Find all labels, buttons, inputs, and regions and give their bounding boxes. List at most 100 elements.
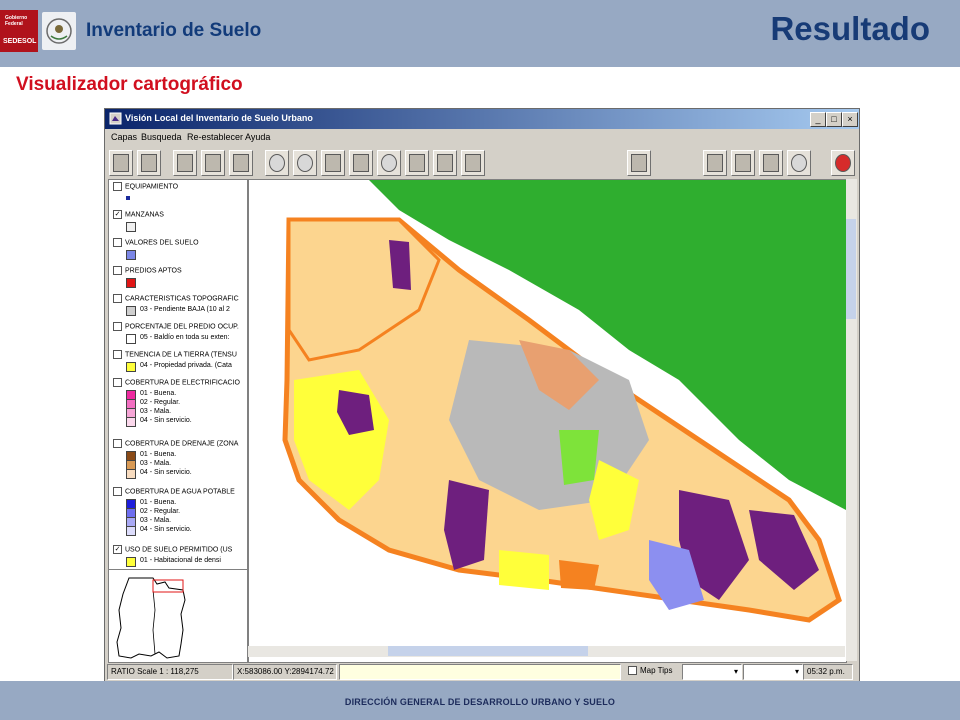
layer-checkbox[interactable]: ✓ bbox=[113, 210, 122, 219]
menu-reestablecer[interactable]: Re-establecer bbox=[187, 132, 243, 142]
map-tips-toggle[interactable]: Map Tips bbox=[625, 664, 681, 678]
layer-legend-panel: EQUIPAMIENTO ✓ MANZANAS VALORES DEL SUELO… bbox=[108, 179, 248, 571]
header-banner: Gobierno Federal SEDESOL Inventario de S… bbox=[0, 0, 960, 67]
layer-checkbox[interactable]: ✓ bbox=[113, 545, 122, 554]
legend-item-label: 05 - Baldío en toda su exten: bbox=[140, 334, 230, 341]
save-icon[interactable] bbox=[627, 150, 651, 176]
layer-checkbox[interactable] bbox=[113, 439, 122, 448]
menu-capas[interactable]: Capas bbox=[111, 132, 137, 142]
legend-item-label: 03 - Mala. bbox=[140, 460, 172, 467]
report-icon[interactable] bbox=[703, 150, 727, 176]
page-heading: Resultado bbox=[770, 10, 930, 47]
close-icon[interactable] bbox=[831, 150, 855, 176]
zoom-in-icon[interactable] bbox=[265, 150, 289, 176]
legend-item-label: 04 - Sin servicio. bbox=[140, 526, 192, 533]
legend-item-label: 03 - Mala. bbox=[140, 408, 172, 415]
layer-predios-aptos[interactable]: PREDIOS APTOS bbox=[113, 266, 182, 275]
menu-busqueda[interactable]: Busqueda bbox=[141, 132, 182, 142]
layer-checkbox[interactable] bbox=[113, 350, 122, 359]
footer-text: DIRECCIÓN GENERAL DE DESARROLLO URBANO Y… bbox=[344, 697, 616, 707]
maximize-button[interactable]: □ bbox=[826, 112, 842, 127]
lime-zone bbox=[559, 430, 599, 485]
status-message-field bbox=[339, 664, 621, 680]
legend-swatch bbox=[126, 469, 136, 479]
layer-manzanas[interactable]: ✓ MANZANAS bbox=[113, 210, 164, 219]
identify-icon[interactable] bbox=[377, 150, 401, 176]
legend-item-label: 04 - Sin servicio. bbox=[140, 417, 192, 424]
print-icon[interactable] bbox=[109, 150, 133, 176]
legend-swatch bbox=[126, 306, 136, 316]
layer-equipamiento[interactable]: EQUIPAMIENTO bbox=[113, 182, 178, 191]
legend-item-label: 01 - Buena. bbox=[140, 499, 177, 506]
select-icon[interactable] bbox=[433, 150, 457, 176]
tools-icon[interactable] bbox=[461, 150, 485, 176]
select-dropdown-1[interactable]: ▾ bbox=[682, 664, 742, 680]
legend-swatch bbox=[126, 417, 136, 427]
overview-map[interactable] bbox=[108, 569, 248, 663]
layer-down-icon[interactable] bbox=[201, 150, 225, 176]
layer-checkbox[interactable] bbox=[113, 238, 122, 247]
status-bar: RATIO Scale 1 : 118,275 X:583086.00 Y:28… bbox=[105, 662, 859, 681]
sedesol-logo: Gobierno Federal SEDESOL bbox=[0, 10, 78, 52]
layer-electrificacion[interactable]: COBERTURA DE ELECTRIFICACIO bbox=[113, 378, 240, 387]
window-titlebar[interactable]: Visión Local del Inventario de Suelo Urb… bbox=[105, 109, 859, 129]
layer-checkbox[interactable] bbox=[113, 487, 122, 496]
layer-valores-suelo[interactable]: VALORES DEL SUELO bbox=[113, 238, 199, 247]
layer-checkbox[interactable] bbox=[113, 322, 122, 331]
layer-caracteristicas-topograficas[interactable]: CARACTERISTICAS TOPOGRAFIC bbox=[113, 294, 239, 303]
gis-app-window: Visión Local del Inventario de Suelo Urb… bbox=[104, 108, 860, 683]
legend-item-label: 04 - Propiedad privada. (Cata bbox=[140, 362, 232, 369]
map-vertical-scrollbar[interactable] bbox=[846, 179, 857, 661]
layer-table-icon[interactable] bbox=[229, 150, 253, 176]
layer-uso-suelo[interactable]: ✓ USO DE SUELO PERMITIDO (US bbox=[113, 545, 232, 554]
pan-icon[interactable] bbox=[349, 150, 373, 176]
national-seal-icon bbox=[42, 12, 76, 50]
layer-checkbox[interactable] bbox=[113, 294, 122, 303]
legend-item-label: 01 - Buena. bbox=[140, 451, 177, 458]
map-horizontal-scrollbar[interactable] bbox=[248, 646, 845, 657]
measure-icon[interactable] bbox=[405, 150, 429, 176]
toolbar bbox=[105, 146, 859, 180]
zoom-out-icon[interactable] bbox=[293, 150, 317, 176]
legend-item-label: 01 - Habitacional de densi bbox=[140, 557, 221, 564]
layer-checkbox[interactable] bbox=[113, 182, 122, 191]
add-layer-icon[interactable] bbox=[137, 150, 161, 176]
purple-south bbox=[444, 480, 489, 570]
layer-tenencia-tierra[interactable]: TENENCIA DE LA TIERRA (TENSU bbox=[113, 350, 237, 359]
land-use-map bbox=[282, 180, 846, 623]
legend-swatch bbox=[126, 222, 136, 232]
back-icon[interactable] bbox=[321, 150, 345, 176]
map-tips-checkbox[interactable] bbox=[628, 666, 637, 676]
info-layer-icon[interactable] bbox=[759, 150, 783, 176]
help-icon[interactable] bbox=[787, 150, 811, 176]
orange-south bbox=[559, 560, 599, 590]
clock: 05:32 p.m. bbox=[803, 664, 853, 680]
legend-swatch bbox=[126, 334, 136, 344]
layer-checkbox[interactable] bbox=[113, 378, 122, 387]
map-view[interactable] bbox=[248, 179, 847, 663]
menu-bar: Capas Busqueda Re-establecer Ayuda bbox=[105, 130, 859, 146]
minimize-button[interactable]: _ bbox=[810, 112, 826, 127]
scroll-thumb[interactable] bbox=[388, 646, 588, 656]
scroll-thumb[interactable] bbox=[846, 219, 856, 319]
app-title: Inventario de Suelo bbox=[86, 20, 262, 41]
coordinate-readout: X:583086.00 Y:2894174.72 bbox=[233, 664, 337, 680]
legend-swatch bbox=[126, 278, 136, 288]
layer-checkbox[interactable] bbox=[113, 266, 122, 275]
legend-item-label: 03 - Mala. bbox=[140, 517, 172, 524]
section-subtitle: Visualizador cartográfico bbox=[16, 74, 243, 95]
layer-drenaje[interactable]: COBERTURA DE DRENAJE (ZONA bbox=[113, 439, 238, 448]
legend-swatch bbox=[126, 526, 136, 536]
layer-porcentaje-predio[interactable]: PORCENTAJE DEL PREDIO OCUP. bbox=[113, 322, 239, 331]
close-window-button[interactable]: × bbox=[842, 112, 858, 127]
logo-sedesol-text: SEDESOL bbox=[3, 38, 37, 45]
select-dropdown-2[interactable]: ▾ bbox=[743, 664, 803, 680]
yellow-south bbox=[499, 550, 549, 590]
legend-item-label: 01 - Buena. bbox=[140, 390, 177, 397]
list-icon[interactable] bbox=[173, 150, 197, 176]
layer-agua-potable[interactable]: COBERTURA DE AGUA POTABLE bbox=[113, 487, 235, 496]
menu-ayuda[interactable]: Ayuda bbox=[245, 132, 270, 142]
info-doc-icon[interactable] bbox=[731, 150, 755, 176]
scale-readout: RATIO Scale 1 : 118,275 bbox=[107, 664, 233, 680]
legend-swatch bbox=[126, 557, 136, 567]
